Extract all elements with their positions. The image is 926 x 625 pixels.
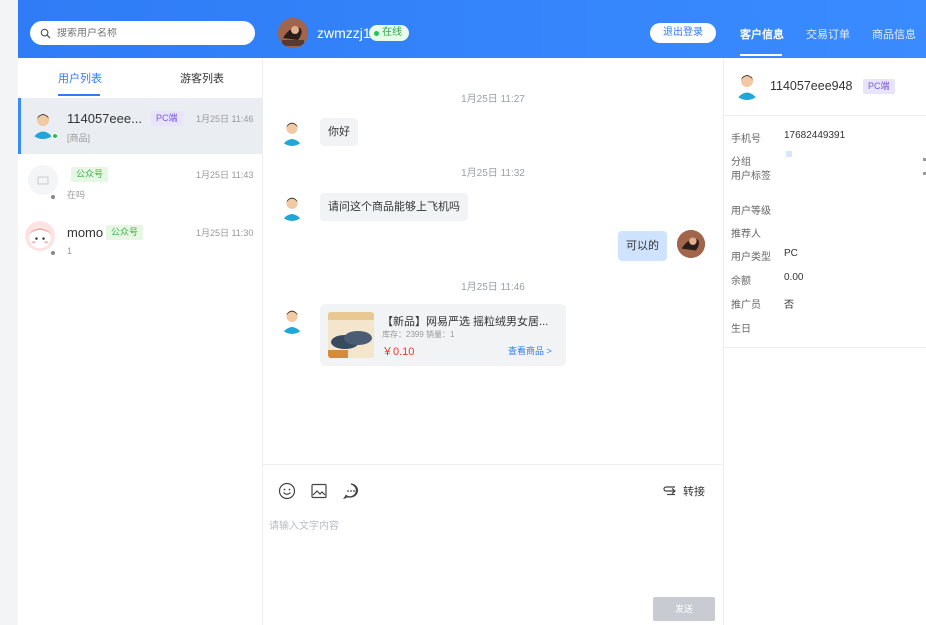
online-indicator: [52, 133, 58, 139]
message-input[interactable]: [269, 517, 709, 577]
top-bar: zwmzzj1 在线 退出登录 客户信息 交易订单 商品信息: [18, 0, 926, 58]
conversation-preview: 在吗: [67, 190, 86, 200]
conversation-time: 1月25日 11:46: [196, 114, 254, 124]
pc-badge: PC端: [151, 111, 183, 126]
message-bubble: 请问这个商品能够上飞机吗: [320, 193, 468, 221]
send-button[interactable]: 发送: [653, 597, 715, 621]
field-label: 余额: [731, 276, 751, 287]
conversation-item[interactable]: 公众号 在吗 1月25日 11:43: [18, 154, 263, 210]
field-label: 手机号: [731, 134, 761, 145]
offline-indicator: [50, 194, 56, 200]
agent-name: zwmzzj1: [317, 25, 371, 41]
field-value: PC: [784, 248, 798, 259]
online-status-badge: 在线: [369, 25, 409, 41]
wechat-official-badge: 公众号: [71, 167, 109, 182]
tab-customer-info[interactable]: 客户信息: [740, 26, 784, 42]
emoji-icon[interactable]: [278, 482, 296, 500]
field-label: 用户类型: [731, 252, 771, 263]
tab-product-info[interactable]: 商品信息: [872, 26, 916, 42]
chat-app: zwmzzj1 在线 退出登录 客户信息 交易订单 商品信息 用户列表 游客列表…: [18, 0, 926, 625]
message-bubble: 你好: [320, 118, 358, 146]
product-stock: 库存：2399 销量：1: [382, 330, 455, 339]
quick-reply-icon[interactable]: [342, 482, 360, 500]
product-thumbnail: [328, 312, 374, 358]
field-label: 分组: [731, 157, 751, 168]
field-value: 17682449391: [784, 130, 846, 141]
wechat-official-badge: 公众号: [106, 225, 144, 240]
user-avatar: [25, 221, 55, 251]
field-label: 用户标签: [731, 171, 771, 182]
transfer-button[interactable]: 转接: [663, 483, 705, 499]
field-label: 生日: [731, 324, 751, 335]
divider: [724, 347, 926, 348]
field-value: 否: [784, 300, 794, 311]
customer-avatar: [732, 70, 762, 100]
conversation-preview: 1: [67, 246, 73, 256]
field-label: 用户等级: [731, 206, 771, 217]
product-card-message[interactable]: 【新品】网易严选 摇粒绒男女居... 库存：2399 销量：1 ￥0.10 查看…: [320, 304, 566, 366]
my-message-bubble: 可以的: [618, 231, 667, 261]
product-title: 【新品】网易严选 摇粒绒男女居...: [382, 316, 549, 328]
message-timestamp: 1月25日 11:27: [461, 94, 525, 105]
conversation-item[interactable]: momo 公众号 1 1月25日 11:30: [18, 210, 263, 266]
message-timestamp: 1月25日 11:32: [461, 168, 525, 179]
search-icon: [40, 28, 51, 39]
product-price: ￥0.10: [382, 346, 415, 358]
customer-name: 114057eee948: [770, 79, 853, 93]
conversation-item[interactable]: 114057eee... PC端 [商品] 1月25日 11:46: [18, 98, 263, 154]
agent-avatar: [278, 18, 308, 48]
conversation-list-pane: 用户列表 游客列表 114057eee... PC端 [商品] 1月25日 11…: [18, 58, 263, 625]
view-product-link[interactable]: 查看商品 >: [508, 344, 552, 357]
customer-header: 114057eee948 PC端: [724, 58, 926, 116]
pc-badge: PC端: [863, 79, 895, 94]
active-tab-indicator: [740, 54, 782, 56]
tab-visitor-list[interactable]: 游客列表: [180, 70, 224, 86]
online-dot-icon: [374, 30, 379, 36]
group-swatch: [786, 151, 792, 157]
field-label: 推广员: [731, 300, 761, 311]
transfer-icon: [663, 486, 676, 496]
tab-orders[interactable]: 交易订单: [806, 26, 850, 42]
conversation-time: 1月25日 11:43: [196, 170, 254, 180]
image-icon[interactable]: [310, 482, 328, 500]
customer-info-pane: 114057eee948 PC端 手机号 17682449391 分组 用户标签…: [723, 58, 926, 625]
status-text: 在线: [382, 27, 402, 38]
conversation-name: 114057eee...: [67, 111, 142, 126]
offline-indicator: [50, 250, 56, 256]
agent-avatar: [677, 230, 705, 258]
customer-avatar: [278, 306, 306, 334]
transfer-label: 转接: [683, 486, 705, 498]
conversation-preview: [商品]: [67, 133, 91, 143]
search-input[interactable]: [57, 27, 227, 39]
user-search[interactable]: [30, 21, 255, 45]
conversation-time: 1月25日 11:30: [196, 228, 254, 238]
customer-avatar: [278, 118, 306, 146]
left-tab-indicator: [58, 94, 100, 96]
compose-area: 转接 发送: [263, 464, 723, 625]
logout-button[interactable]: 退出登录: [650, 23, 716, 43]
field-value: 0.00: [784, 272, 804, 283]
field-label: 推荐人: [731, 229, 761, 240]
user-avatar: [28, 165, 58, 195]
tab-user-list[interactable]: 用户列表: [58, 70, 102, 86]
message-timestamp: 1月25日 11:46: [461, 282, 525, 293]
chat-messages-pane: 1月25日 11:27 你好 1月25日 11:32 请问这个商品能够上飞机吗 …: [263, 58, 723, 464]
conversation-name: momo: [67, 225, 104, 240]
customer-avatar: [278, 193, 306, 221]
